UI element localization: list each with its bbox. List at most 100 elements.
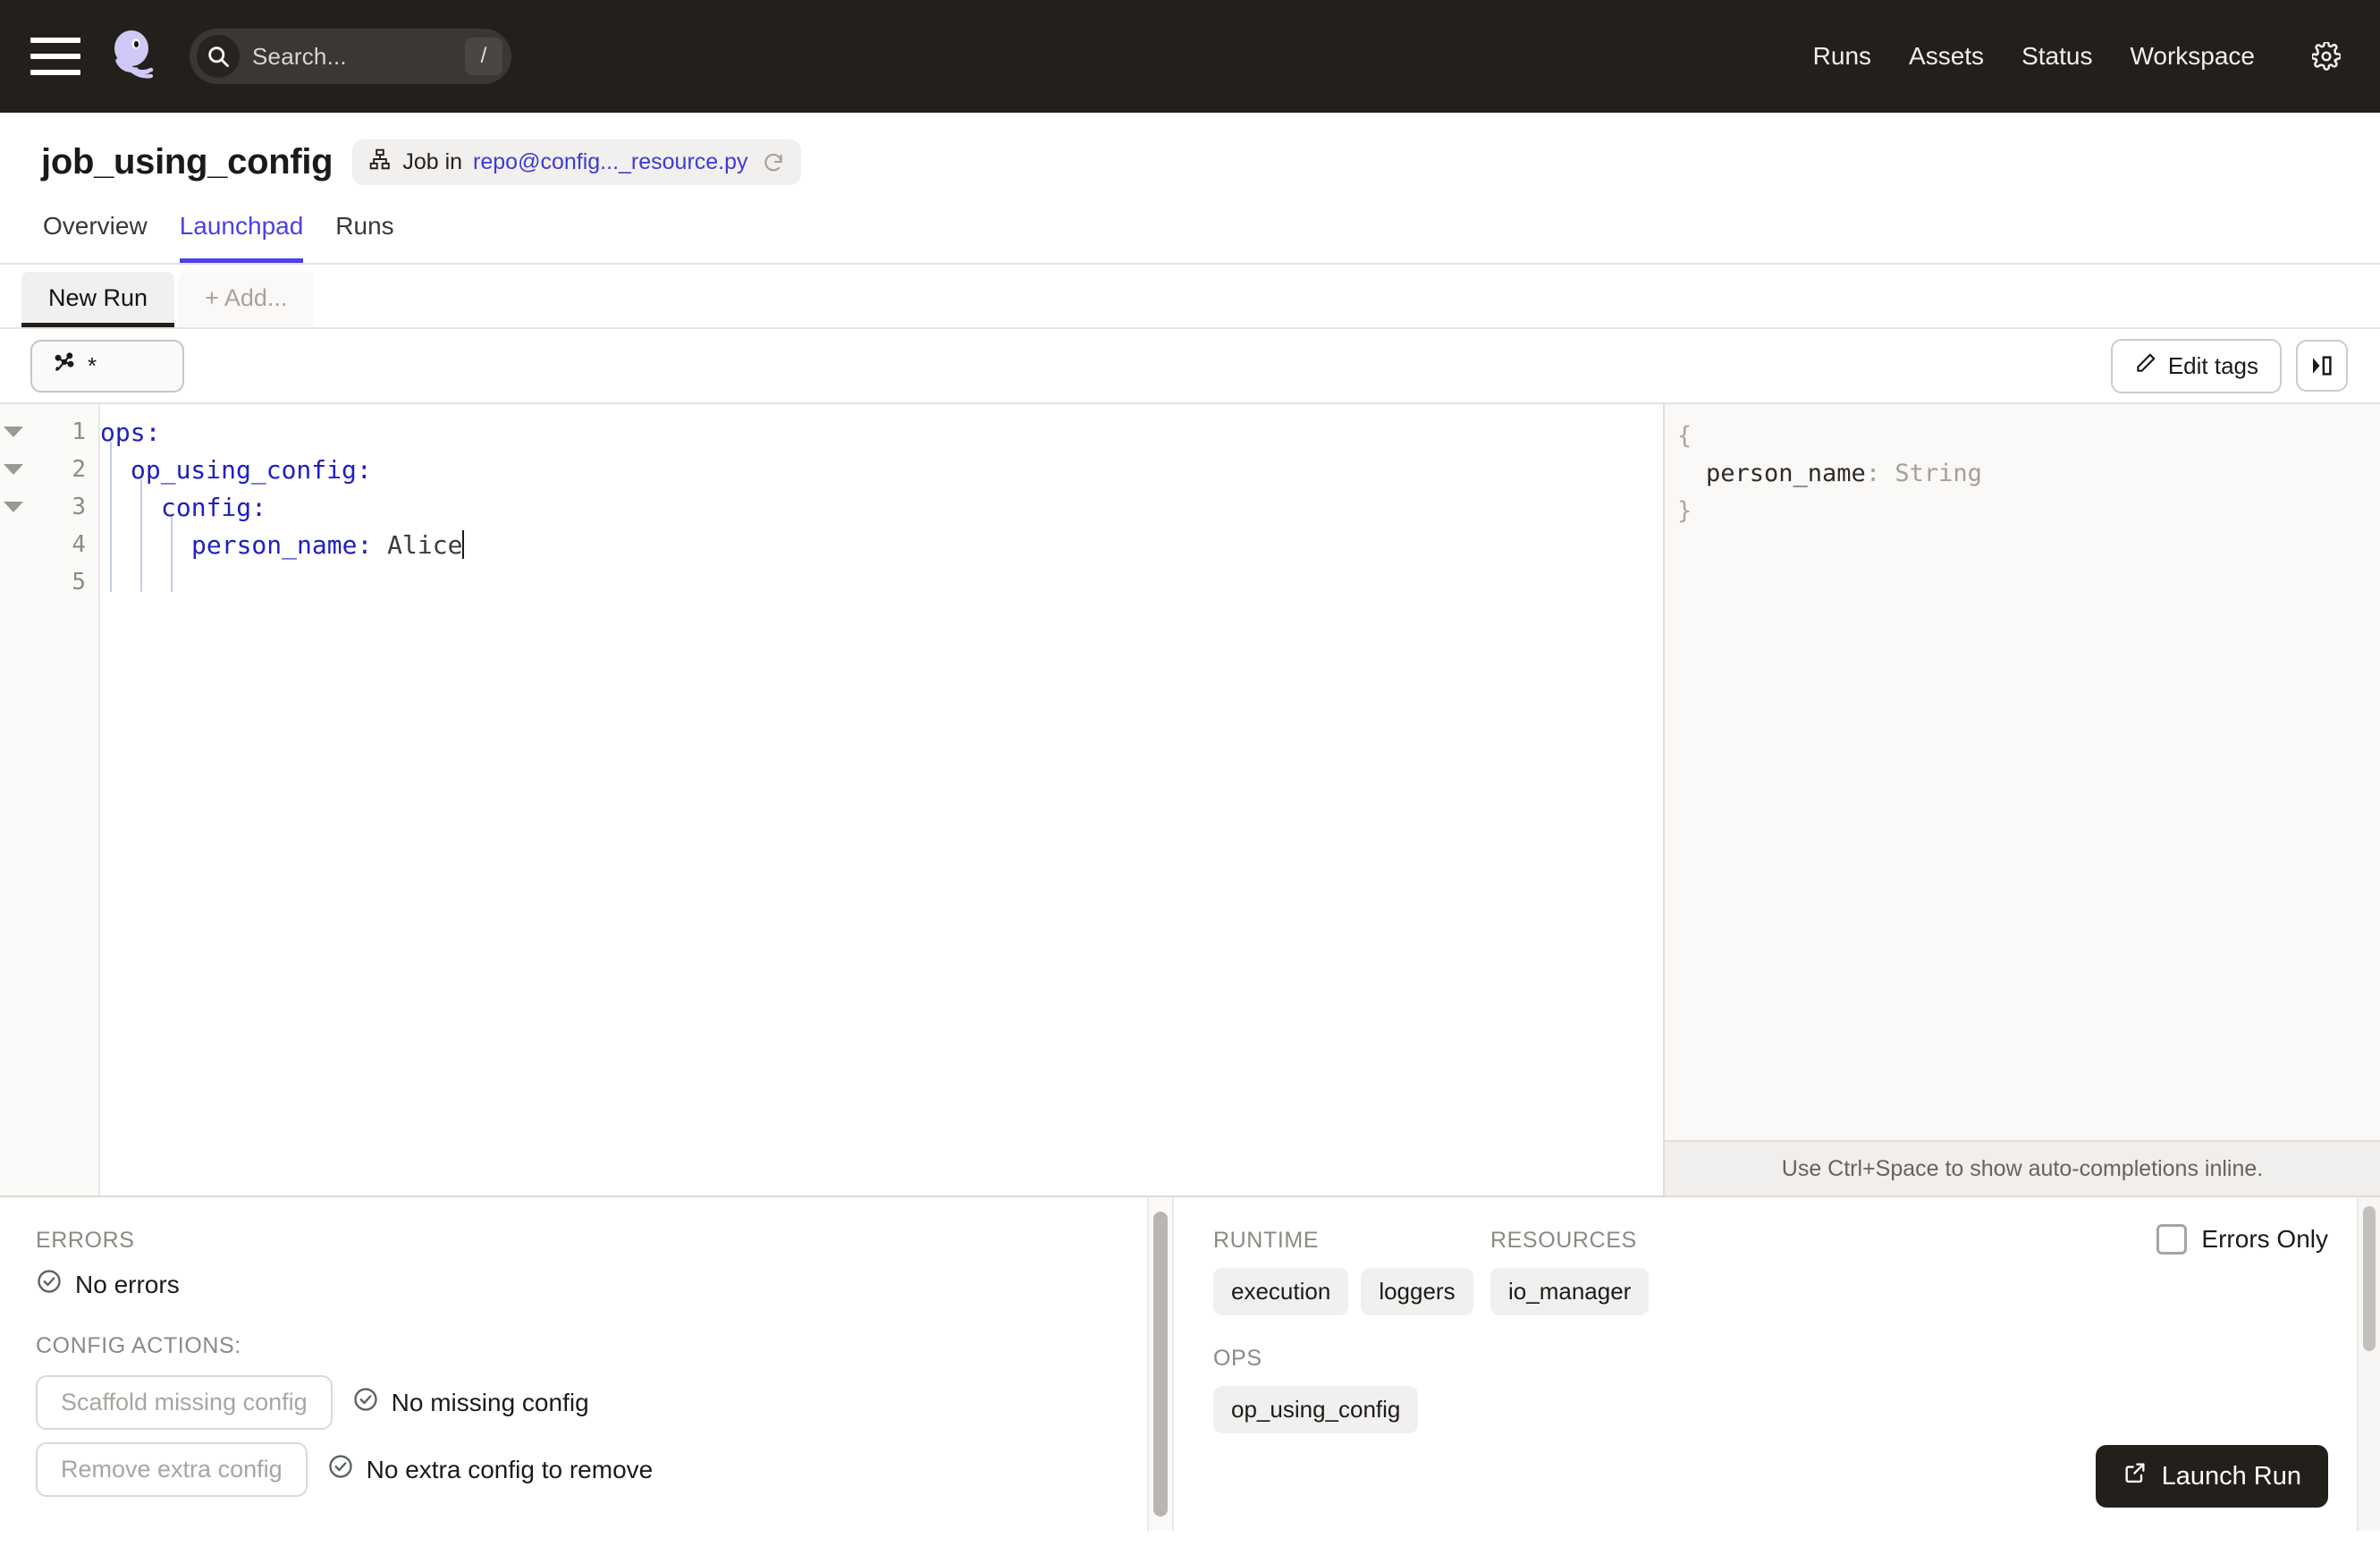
schema-colon: : xyxy=(1865,459,1881,487)
chip-loggers[interactable]: loggers xyxy=(1361,1268,1473,1315)
page-header: job_using_config Job in repo@config..._r… xyxy=(0,113,2380,265)
errors-panel-scrollbar[interactable] xyxy=(1147,1197,1174,1531)
page-title: job_using_config xyxy=(41,142,333,182)
job-badge-prefix: Job in xyxy=(402,149,463,174)
yaml-key: person_name xyxy=(191,529,358,560)
line-number: 2 xyxy=(72,456,86,483)
toggle-right-panel-icon[interactable] xyxy=(2296,340,2348,392)
launchpad-editor-area: 1 2 3 4 5 ops: op_using_config: config … xyxy=(0,404,2380,1197)
hamburger-menu-icon[interactable] xyxy=(30,38,80,75)
ops-column: OPS op_using_config xyxy=(1213,1346,2344,1433)
schema-close-brace: } xyxy=(1677,496,1692,525)
nav-link-workspace[interactable]: Workspace xyxy=(2130,42,2255,71)
chip-execution[interactable]: execution xyxy=(1213,1268,1349,1315)
schema-field-type: String xyxy=(1895,459,1982,487)
errors-panel: ERRORS No errors CONFIG ACTIONS: Scaffol… xyxy=(0,1197,1147,1531)
config-actions-label: CONFIG ACTIONS: xyxy=(36,1333,241,1358)
yaml-key: config xyxy=(161,492,252,522)
check-circle-icon xyxy=(352,1386,379,1419)
scaffold-missing-config-button[interactable]: Scaffold missing config xyxy=(36,1375,333,1430)
resources-chips: io_manager xyxy=(1490,1268,1650,1315)
config-schema-content: { person_name: String } xyxy=(1665,404,2380,1140)
tab-overview[interactable]: Overview xyxy=(43,212,148,263)
edit-tags-label: Edit tags xyxy=(2167,351,2258,379)
code-line: ops: xyxy=(100,413,1663,451)
nav-link-runs[interactable]: Runs xyxy=(1813,42,1871,71)
runtime-column: RUNTIME execution loggers xyxy=(1213,1228,1490,1315)
scrollbar-thumb[interactable] xyxy=(2363,1206,2376,1352)
nav-link-status[interactable]: Status xyxy=(2021,42,2092,71)
search-shortcut-badge: / xyxy=(465,38,502,75)
config-action-row: Scaffold missing config No missing confi… xyxy=(36,1375,1111,1430)
yaml-code-content[interactable]: ops: op_using_config: config: person_nam… xyxy=(100,404,1663,1195)
tab-runs[interactable]: Runs xyxy=(335,212,393,263)
tab-launchpad[interactable]: Launchpad xyxy=(179,212,304,263)
op-selection-value: * xyxy=(88,351,97,379)
dagster-logo[interactable] xyxy=(104,27,163,86)
line-number: 1 xyxy=(72,418,86,445)
session-tab-add[interactable]: + Add... xyxy=(178,272,315,327)
runtime-label: RUNTIME xyxy=(1213,1228,1320,1253)
errors-only-toggle[interactable]: Errors Only xyxy=(2156,1224,2328,1255)
edit-tags-button[interactable]: Edit tags xyxy=(2110,338,2282,393)
text-cursor xyxy=(462,530,465,559)
chip-op-using-config[interactable]: op_using_config xyxy=(1213,1386,1419,1433)
schema-open-brace: { xyxy=(1677,421,1692,450)
missing-config-status: No missing config xyxy=(352,1386,589,1419)
launch-run-button[interactable]: Launch Run xyxy=(2095,1445,2328,1508)
yaml-editor[interactable]: 1 2 3 4 5 ops: op_using_config: config … xyxy=(0,404,1665,1195)
code-line: op_using_config: xyxy=(100,451,1663,488)
errors-status-text: No errors xyxy=(75,1270,180,1298)
gutter-line: 2 xyxy=(0,451,98,488)
editor-gutter: 1 2 3 4 5 xyxy=(0,404,100,1195)
remove-extra-config-button[interactable]: Remove extra config xyxy=(36,1442,308,1497)
line-number: 5 xyxy=(72,569,86,596)
fold-arrow-icon[interactable] xyxy=(4,502,23,512)
search-input[interactable]: Search... / xyxy=(190,29,511,84)
gear-icon[interactable] xyxy=(2312,42,2341,71)
chip-io-manager[interactable]: io_manager xyxy=(1490,1268,1650,1315)
yaml-value: Alice xyxy=(387,529,463,560)
missing-config-status-text: No missing config xyxy=(391,1388,589,1416)
external-link-icon xyxy=(2123,1460,2148,1492)
fold-arrow-icon[interactable] xyxy=(4,464,23,475)
gutter-line: 5 xyxy=(0,563,98,601)
config-schema-panel: { person_name: String } Use Ctrl+Space t… xyxy=(1665,404,2380,1195)
line-number: 3 xyxy=(72,494,86,520)
op-selection-button[interactable]: * xyxy=(30,339,184,393)
yaml-key: op_using_config xyxy=(131,454,357,485)
op-selection-icon xyxy=(52,351,77,382)
nav-link-assets[interactable]: Assets xyxy=(1909,42,1984,71)
job-repo-link[interactable]: repo@config..._resource.py xyxy=(473,149,747,175)
gutter-line: 3 xyxy=(0,488,98,526)
yaml-key: ops xyxy=(100,417,146,447)
extra-config-status: No extra config to remove xyxy=(327,1453,653,1486)
search-placeholder: Search... xyxy=(252,42,347,70)
runtime-panel-scrollbar[interactable] xyxy=(2357,1197,2380,1531)
schema-line: } xyxy=(1677,492,2380,529)
runtime-chips: execution loggers xyxy=(1213,1268,1490,1315)
ops-label: OPS xyxy=(1213,1346,1262,1371)
errors-only-checkbox[interactable] xyxy=(2156,1224,2188,1255)
line-number: 4 xyxy=(72,531,86,558)
fold-arrow-icon[interactable] xyxy=(4,427,23,437)
yaml-colon: : xyxy=(357,529,373,560)
errors-section-label: ERRORS xyxy=(36,1228,135,1253)
runtime-resources-panel: RUNTIME execution loggers RESOURCES io_m… xyxy=(1174,1197,2380,1531)
yaml-colon: : xyxy=(251,492,267,522)
refresh-icon[interactable] xyxy=(762,151,785,174)
launchpad-toolbar: * Edit tags xyxy=(0,329,2380,404)
page-tabs: Overview Launchpad Runs xyxy=(41,212,2380,263)
title-row: job_using_config Job in repo@config..._r… xyxy=(41,113,2380,185)
code-line: person_name: Alice xyxy=(100,526,1663,563)
job-graph-icon xyxy=(368,148,392,177)
scrollbar-thumb[interactable] xyxy=(1153,1212,1168,1517)
launch-run-label: Launch Run xyxy=(2161,1461,2301,1491)
top-nav-links: Runs Assets Status Workspace xyxy=(1813,42,2341,71)
session-tab-new-run[interactable]: New Run xyxy=(21,272,175,327)
search-icon xyxy=(197,35,240,78)
resources-column: RESOURCES io_manager xyxy=(1490,1228,1650,1315)
ops-chips: op_using_config xyxy=(1213,1386,2344,1433)
check-circle-icon xyxy=(327,1453,354,1486)
